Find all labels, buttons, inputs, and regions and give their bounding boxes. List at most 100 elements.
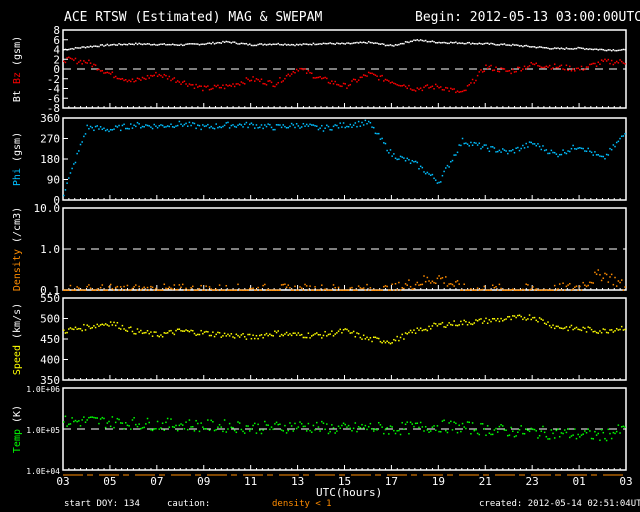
data-point-bz — [589, 63, 591, 66]
data-point-temp — [247, 425, 249, 427]
data-point-phi — [471, 144, 474, 147]
data-point-temp — [512, 430, 514, 432]
y-label-part: (km/s) — [12, 303, 23, 345]
data-point-bz — [185, 83, 187, 85]
y-tick-label-density: 10.0 — [34, 202, 61, 215]
data-point-bz — [222, 84, 224, 86]
data-point-temp — [553, 437, 556, 439]
data-point-density — [458, 283, 460, 285]
data-point-speed — [364, 338, 367, 340]
data-point-speed — [527, 318, 529, 320]
data-point-temp — [336, 430, 338, 432]
data-point-phi — [413, 161, 415, 163]
data-point-bt — [202, 43, 204, 45]
data-point-temp — [121, 422, 124, 424]
data-point-phi — [292, 124, 295, 126]
data-point-bt — [83, 46, 85, 48]
data-point-phi — [352, 124, 355, 126]
data-point-speed — [468, 321, 470, 324]
data-point-bz — [615, 60, 618, 63]
data-point-temp — [528, 430, 531, 433]
data-point-bt — [73, 48, 75, 50]
data-point-speed — [485, 317, 487, 320]
data-point-temp — [218, 423, 221, 426]
data-point-bt — [429, 40, 432, 43]
data-point-speed — [362, 334, 365, 337]
data-point-density — [436, 277, 439, 280]
data-point-bz — [294, 71, 296, 74]
data-point-phi — [242, 126, 244, 128]
data-point-phi — [96, 125, 99, 127]
data-point-speed — [448, 322, 450, 324]
data-point-temp — [138, 423, 140, 425]
data-point-bt — [316, 43, 318, 46]
data-point-temp — [285, 432, 288, 434]
data-point-density — [398, 281, 400, 284]
data-point-phi — [334, 124, 336, 126]
data-point-bt — [555, 47, 558, 50]
data-point-speed — [552, 324, 554, 326]
data-point-bz — [312, 77, 315, 79]
data-point-bz — [334, 80, 336, 83]
data-point-density — [562, 282, 564, 284]
data-point-bt — [140, 43, 142, 45]
data-point-phi — [381, 137, 383, 140]
data-point-density — [533, 289, 536, 291]
data-point-bz — [438, 86, 440, 89]
data-point-density — [488, 289, 491, 291]
data-point-speed — [570, 324, 573, 327]
data-point-bz — [290, 73, 293, 75]
data-point-bt — [394, 43, 397, 46]
data-point-bz — [310, 72, 313, 75]
data-point-bz — [545, 65, 548, 68]
data-point-speed — [280, 333, 283, 336]
data-point-phi — [441, 174, 444, 177]
data-point-bz — [173, 77, 176, 79]
data-point-temp — [572, 434, 574, 436]
data-point-density — [336, 289, 338, 291]
data-point-phi — [156, 126, 159, 129]
data-point-bt — [305, 43, 308, 45]
data-point-bz — [304, 68, 306, 70]
data-point-bt — [614, 49, 616, 52]
data-point-bz — [431, 85, 434, 88]
data-point-phi — [232, 124, 234, 126]
data-point-density — [615, 285, 618, 287]
y-tick-label-speed: 450 — [40, 333, 60, 346]
data-point-bt — [342, 42, 345, 45]
data-point-density — [250, 288, 253, 290]
data-point-phi — [433, 177, 435, 180]
data-point-speed — [418, 329, 420, 331]
data-point-phi — [305, 123, 308, 126]
data-point-speed — [195, 334, 197, 336]
data-point-temp — [242, 430, 244, 433]
data-point-temp — [557, 428, 559, 430]
data-point-temp — [181, 424, 184, 426]
data-point-phi — [383, 142, 385, 144]
data-point-density — [148, 289, 150, 291]
data-point-bz — [195, 83, 197, 86]
data-point-temp — [257, 423, 259, 426]
data-point-bz — [106, 71, 109, 74]
data-point-bz — [332, 83, 335, 85]
data-point-density — [165, 287, 167, 290]
data-point-bt — [304, 43, 306, 45]
data-point-speed — [434, 323, 437, 325]
data-point-bt — [198, 44, 201, 46]
data-point-density — [532, 286, 534, 288]
data-point-phi — [371, 126, 373, 128]
data-point-phi — [255, 124, 258, 126]
data-point-phi — [533, 143, 536, 145]
data-point-bt — [384, 44, 387, 47]
data-point-density — [124, 288, 127, 291]
data-point-phi — [543, 149, 546, 152]
data-point-phi — [458, 144, 460, 146]
data-point-bt — [401, 42, 403, 45]
data-point-speed — [163, 332, 166, 334]
data-point-phi — [331, 129, 333, 131]
data-point-temp — [555, 429, 558, 432]
data-point-density — [203, 289, 206, 291]
data-point-temp — [429, 430, 432, 432]
data-point-bt — [609, 49, 611, 51]
data-point-bz — [600, 59, 603, 61]
